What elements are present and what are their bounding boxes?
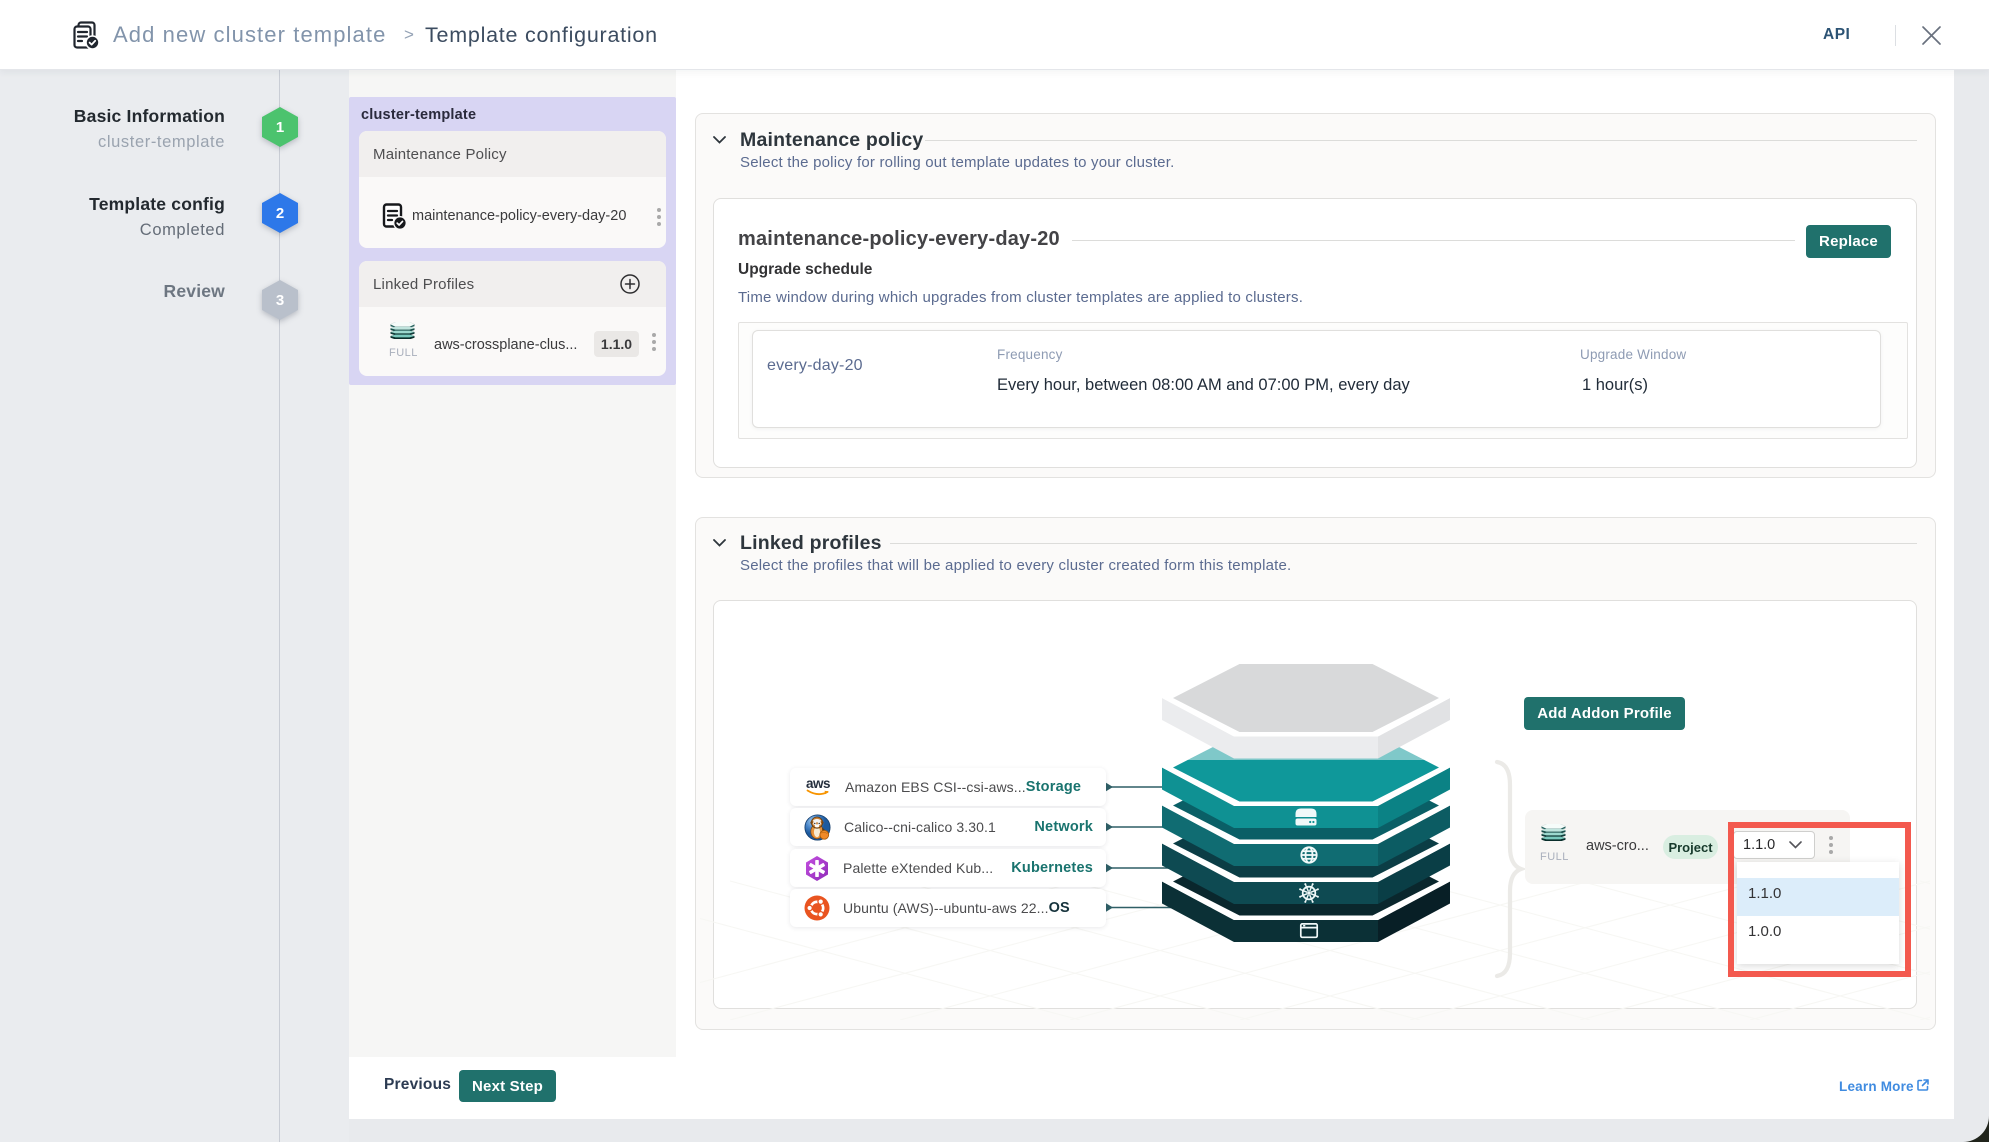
svg-text:aws: aws: [806, 776, 830, 791]
